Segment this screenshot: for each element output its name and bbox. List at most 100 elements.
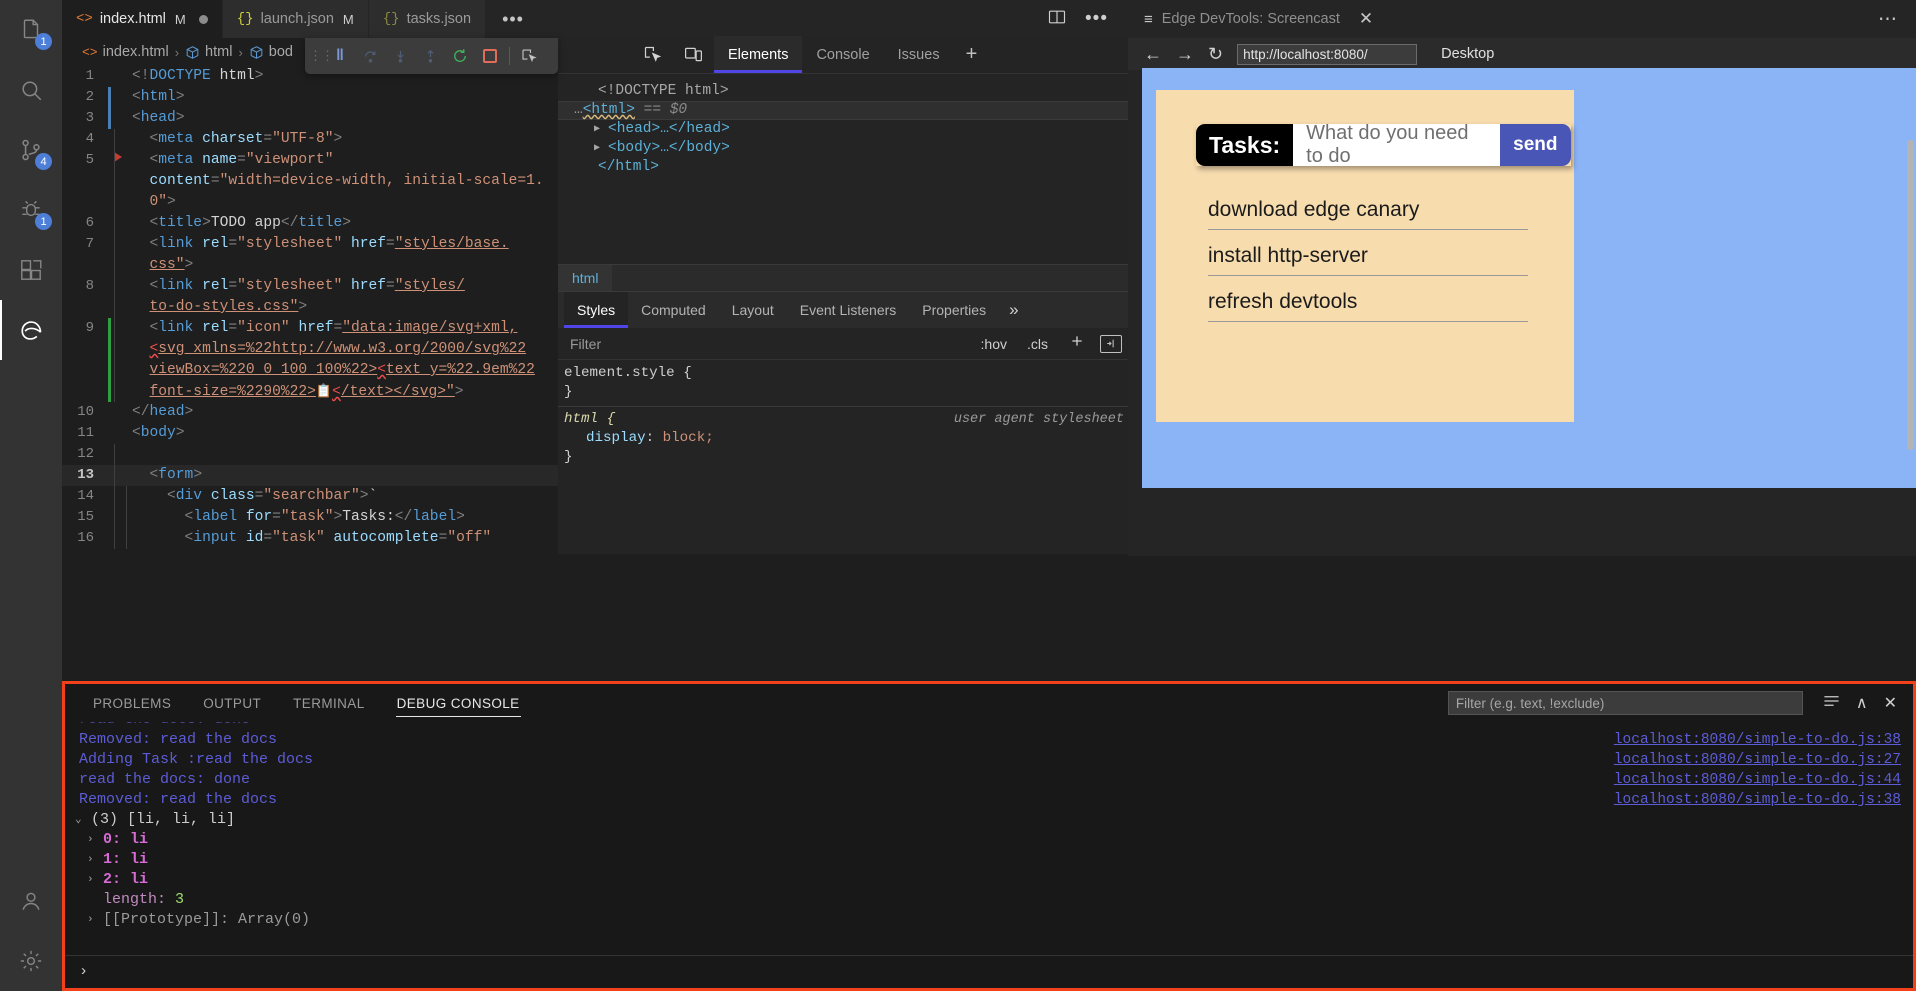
- debug-console-output[interactable]: read the docs: done Removed: read the do…: [65, 722, 1913, 984]
- pause-button[interactable]: ‖: [325, 41, 355, 71]
- split-editor-button[interactable]: [1047, 7, 1067, 32]
- console-source-link[interactable]: localhost:8080/simple-to-do.js:44: [1614, 770, 1901, 790]
- styles-tab-event-listeners[interactable]: Event Listeners: [787, 292, 910, 328]
- console-source-link[interactable]: localhost:8080/simple-to-do.js:38: [1614, 730, 1901, 750]
- devtools-inspect-element-button[interactable]: [632, 36, 673, 73]
- styles-tab-overflow-button[interactable]: »: [999, 292, 1028, 328]
- editor-more-actions-button[interactable]: •••: [1085, 8, 1108, 30]
- todo-item[interactable]: download edge canary: [1208, 195, 1528, 230]
- style-rule-element-style[interactable]: element.style { }: [558, 364, 1132, 402]
- dom-tree[interactable]: <!DOCTYPE html> … <html> == $0 ▶ <head>……: [558, 74, 1132, 264]
- console-prompt[interactable]: ›: [79, 962, 88, 982]
- drag-handle-icon[interactable]: ⋮⋮: [309, 48, 325, 64]
- activity-item-settings[interactable]: [0, 931, 62, 991]
- reload-icon[interactable]: ↻: [1208, 44, 1223, 65]
- chevron-up-icon[interactable]: ∧: [1856, 693, 1868, 713]
- console-source-link[interactable]: localhost:8080/simple-to-do.js:38: [1614, 790, 1901, 810]
- panel-tab-problems[interactable]: PROBLEMS: [79, 684, 185, 722]
- page-scrollbar[interactable]: [1907, 140, 1914, 450]
- panel-tab-output[interactable]: OUTPUT: [189, 684, 275, 722]
- line-number: 11: [62, 423, 108, 444]
- devtools-tab-console[interactable]: Console: [802, 36, 883, 73]
- chevron-down-icon[interactable]: ⌄: [75, 810, 91, 830]
- style-selector: element.style {: [564, 364, 1132, 383]
- dom-node-head[interactable]: ▶ <head>…</head>: [558, 120, 1132, 139]
- toggle-element-classes-button[interactable]: .cls: [1021, 336, 1054, 352]
- indent-guide: [108, 66, 132, 87]
- dom-node-html[interactable]: … <html> == $0: [558, 101, 1132, 120]
- devtools-add-tab-button[interactable]: +: [954, 36, 990, 73]
- focus-debug-console-button[interactable]: [514, 41, 544, 71]
- forward-icon[interactable]: →: [1176, 44, 1194, 65]
- dom-breadcrumb-item-html[interactable]: html: [558, 265, 612, 291]
- styles-tab-styles[interactable]: Styles: [564, 292, 628, 328]
- step-out-button[interactable]: [415, 41, 445, 71]
- console-line-index[interactable]: › 2: li: [87, 870, 1913, 890]
- new-style-rule-button[interactable]: [1062, 333, 1092, 354]
- editor-tab-index-html[interactable]: <> index.html M: [62, 0, 223, 38]
- chevron-right-icon[interactable]: ›: [87, 910, 103, 930]
- devtools-device-emulation-button[interactable]: [673, 36, 714, 73]
- activity-item-search[interactable]: [0, 60, 62, 120]
- stop-button[interactable]: [475, 41, 505, 71]
- todo-item[interactable]: refresh devtools: [1208, 287, 1528, 322]
- indent-guide: [108, 129, 132, 150]
- editor-tab-launch-json[interactable]: {} launch.json M: [223, 0, 369, 38]
- styles-filter-input[interactable]: Filter: [570, 336, 967, 352]
- step-into-button[interactable]: [385, 41, 415, 71]
- back-icon[interactable]: ←: [1144, 44, 1162, 65]
- dom-node-doctype[interactable]: <!DOCTYPE html>: [558, 82, 1132, 101]
- activity-item-run-and-debug[interactable]: 1: [0, 180, 62, 240]
- chevron-right-icon[interactable]: ▶: [594, 139, 608, 158]
- editor-tab-tasks-json[interactable]: {} tasks.json: [369, 0, 486, 38]
- task-input[interactable]: What do you need to do: [1293, 124, 1500, 166]
- editor-tabs-overflow-button[interactable]: •••: [486, 0, 540, 38]
- activity-item-explorer[interactable]: 1: [0, 0, 62, 60]
- editor-tab-bar: <> index.html M {} launch.json M {} task…: [62, 0, 1128, 38]
- console-source-link[interactable]: localhost:8080/simple-to-do.js:27: [1614, 750, 1901, 770]
- chevron-right-icon[interactable]: ›: [87, 830, 103, 850]
- activity-item-extensions[interactable]: [0, 240, 62, 300]
- console-line-index[interactable]: › 1: li: [87, 850, 1913, 870]
- style-declaration[interactable]: display: block;: [564, 429, 1132, 448]
- step-over-button[interactable]: [355, 41, 385, 71]
- send-button[interactable]: send: [1500, 124, 1570, 166]
- breadcrumb-item-html[interactable]: html: [185, 44, 232, 60]
- styles-tab-layout[interactable]: Layout: [719, 292, 787, 328]
- debug-toolbar[interactable]: ⋮⋮ ‖: [305, 38, 558, 74]
- url-input[interactable]: http://localhost:8080/: [1237, 44, 1417, 65]
- styles-tab-computed[interactable]: Computed: [628, 292, 719, 328]
- panel-tab-debug-console[interactable]: DEBUG CONSOLE: [383, 684, 534, 722]
- clear-console-icon[interactable]: [1823, 694, 1840, 713]
- close-panel-icon[interactable]: ✕: [1884, 693, 1897, 713]
- console-filter-input[interactable]: Filter (e.g. text, !exclude): [1448, 691, 1803, 715]
- tasks-label: Tasks:: [1196, 124, 1293, 166]
- styles-tab-properties[interactable]: Properties: [909, 292, 999, 328]
- todo-item[interactable]: install http-server: [1208, 241, 1528, 276]
- chevron-right-icon[interactable]: ›: [87, 850, 103, 870]
- dom-node-body[interactable]: ▶ <body>…</body>: [558, 139, 1132, 158]
- device-selector[interactable]: Desktop: [1441, 46, 1494, 62]
- activity-item-accounts[interactable]: [0, 871, 62, 931]
- panel-tab-terminal[interactable]: TERMINAL: [279, 684, 378, 722]
- computed-sidebar-toggle-button[interactable]: [1100, 335, 1122, 353]
- toggle-pseudo-states-button[interactable]: :hov: [975, 336, 1013, 352]
- style-rule-html[interactable]: html { user agent stylesheet display: bl…: [558, 406, 1132, 467]
- chevron-right-icon[interactable]: ▶: [594, 120, 608, 139]
- chevron-right-icon[interactable]: ›: [87, 870, 103, 890]
- activity-item-edge-devtools[interactable]: [0, 300, 62, 360]
- console-line-prototype[interactable]: › [[Prototype]]: Array(0): [87, 910, 1913, 930]
- devtools-tab-issues[interactable]: Issues: [884, 36, 954, 73]
- screencast-more-actions-button[interactable]: ⋯: [1878, 8, 1898, 31]
- dom-node-html-close[interactable]: </html>: [558, 158, 1132, 177]
- styles-pane[interactable]: element.style { } html { user agent styl…: [558, 360, 1132, 467]
- breadcrumb-item-file[interactable]: <> index.html: [82, 44, 169, 60]
- restart-button[interactable]: [445, 41, 475, 71]
- activity-item-source-control[interactable]: 4: [0, 120, 62, 180]
- console-line-array[interactable]: ⌄ (3) [li, li, li]: [75, 810, 1913, 830]
- screencast-viewport[interactable]: Tasks: What do you need to do send downl…: [1142, 68, 1916, 488]
- devtools-tab-elements[interactable]: Elements: [714, 36, 802, 73]
- console-line-index[interactable]: › 0: li: [87, 830, 1913, 850]
- breadcrumb-item-body[interactable]: bod: [249, 44, 293, 60]
- close-icon[interactable]: ✕: [1359, 9, 1373, 29]
